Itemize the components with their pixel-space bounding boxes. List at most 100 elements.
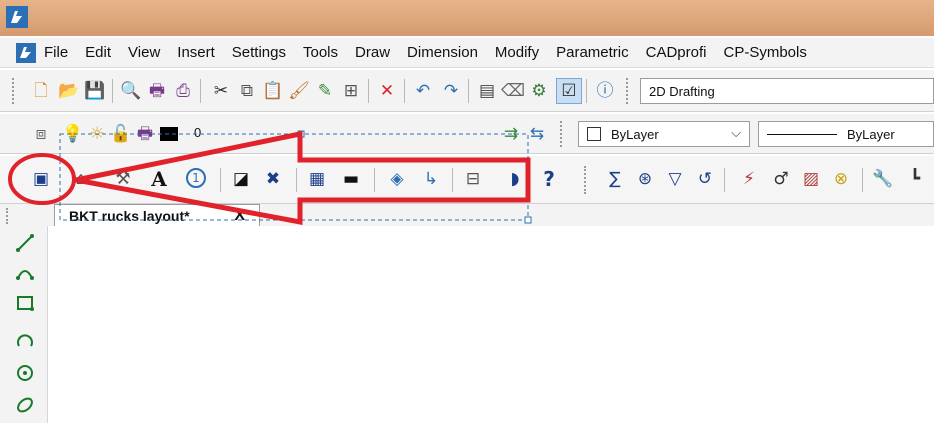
menu-insert[interactable]: Insert	[177, 44, 215, 61]
table-icon[interactable]: ▦	[306, 168, 328, 190]
menu-file[interactable]: File	[44, 44, 68, 61]
number-icon[interactable]: 1	[186, 168, 206, 188]
menu-tools[interactable]: Tools	[303, 44, 338, 61]
sum-icon[interactable]: ∑	[604, 168, 626, 190]
copy-icon[interactable]: ⧉	[236, 80, 258, 102]
redo-icon[interactable]: ↷	[440, 80, 462, 102]
layer-previous-icon[interactable]: ⇆	[526, 123, 548, 145]
save-icon[interactable]: 💾	[84, 80, 106, 102]
menu-modify[interactable]: Modify	[495, 44, 539, 61]
toolbar-separator	[200, 79, 201, 103]
toolbar-icon-17[interactable]: ⊛	[634, 168, 656, 190]
toolbar-icon-13[interactable]: ⊟	[462, 168, 484, 190]
linetype-dropdown[interactable]: ByLayer	[758, 121, 934, 147]
design-center-icon[interactable]: ⚙	[528, 80, 550, 102]
linetype-preview	[767, 133, 837, 135]
workspace-dropdown[interactable]: 2D Drafting	[640, 78, 934, 104]
ellipse-icon[interactable]	[14, 394, 36, 416]
document-tab-title: BKT rucks layout*	[69, 207, 190, 224]
match-properties-icon[interactable]: 🖌	[288, 80, 310, 102]
menu-parametric[interactable]: Parametric	[556, 44, 629, 61]
wipeout-icon[interactable]: ▬	[340, 168, 362, 190]
toolbar-icon-3[interactable]: ⚒	[112, 168, 134, 190]
help-question-icon[interactable]: ?	[538, 168, 560, 190]
properties-icon[interactable]: ▤	[476, 80, 498, 102]
eraser-icon[interactable]: ⌫	[501, 80, 525, 102]
text-style-icon[interactable]: A	[148, 168, 170, 190]
open-file-icon[interactable]: 📂	[58, 80, 80, 102]
color-swatch	[587, 127, 601, 141]
drawing-canvas[interactable]	[50, 226, 934, 423]
toolbar-grip[interactable]	[6, 208, 11, 224]
menu-dimension[interactable]: Dimension	[407, 44, 478, 61]
rectangle-icon[interactable]	[14, 292, 36, 314]
toolbar-icon-26[interactable]: ┗	[904, 168, 926, 190]
lamp-icon[interactable]: ⊗	[830, 168, 852, 190]
color-dropdown[interactable]: ByLayer ⌵	[578, 121, 750, 147]
polyline-icon[interactable]	[14, 262, 36, 284]
standard-toolbar: 🗋 📂 💾 🔍 🖶 ⎙ ✂ ⧉ 📋 🖌 ✎ ⊞ ✕ ↶ ↷ ▤ ⌫ ⚙ ☑ ⓘ …	[0, 70, 934, 112]
tool-palettes-icon[interactable]: ☑	[556, 78, 582, 104]
toolbar-separator	[296, 168, 297, 192]
toolbar-separator	[112, 79, 113, 103]
toolbar-grip[interactable]	[12, 78, 17, 104]
line-icon[interactable]	[14, 232, 36, 254]
toolbar-icon-20[interactable]: ⚡	[738, 168, 760, 190]
menu-view[interactable]: View	[128, 44, 160, 61]
toolbar-icon-19[interactable]: ↺	[694, 168, 716, 190]
toolbar-grip[interactable]	[560, 121, 565, 147]
toolbar-separator	[586, 79, 587, 103]
toolbar-separator	[724, 168, 725, 192]
wrench-icon[interactable]: 🔧	[872, 168, 894, 190]
toolbar-icon-21[interactable]: ♂	[770, 168, 792, 190]
x-icon[interactable]: ✖	[262, 168, 284, 190]
menu-draw[interactable]: Draw	[355, 44, 390, 61]
layer-freeze-icon[interactable]: ☼	[86, 123, 108, 145]
layer-on-icon[interactable]: 💡	[62, 123, 84, 145]
app-menu-icon[interactable]	[16, 42, 36, 63]
print-preview-icon[interactable]: 🔍	[120, 80, 142, 102]
new-file-icon[interactable]: 🗋	[30, 80, 52, 102]
menu-cadprofi[interactable]: CADprofi	[646, 44, 707, 61]
document-tab[interactable]: BKT rucks layout* X	[54, 204, 260, 226]
layer-plot-icon[interactable]: 🖶	[134, 123, 156, 145]
toolbar-grip[interactable]	[584, 166, 589, 194]
make-layer-current-icon[interactable]: ⇉	[500, 123, 522, 145]
color-value: ByLayer	[611, 126, 659, 142]
toolbar-icon-2[interactable]: ⌂	[70, 168, 92, 190]
menu-settings[interactable]: Settings	[232, 44, 286, 61]
undo-icon[interactable]: ↶	[412, 80, 434, 102]
layer-manager-icon[interactable]: ⧈	[30, 123, 52, 145]
toolbar-icon-14[interactable]: ◗	[504, 168, 526, 190]
paste-special-icon[interactable]: ▣	[30, 168, 52, 190]
toolbar-icon-18[interactable]: ▽	[664, 168, 686, 190]
toolbar-grip[interactable]	[626, 78, 631, 104]
pick-icon[interactable]: ✎	[314, 80, 336, 102]
layer-color-swatch	[160, 127, 178, 141]
menu-cp-symbols[interactable]: CP-Symbols	[724, 44, 807, 61]
toolbar-icon-22[interactable]: ▨	[800, 168, 822, 190]
chevron-down-icon: ⌵	[731, 125, 741, 140]
select-icon[interactable]: ⊞	[340, 80, 362, 102]
leader-icon[interactable]: ↳	[420, 168, 442, 190]
print-icon[interactable]: 🖶	[146, 80, 168, 102]
toolbar-separator	[404, 79, 405, 103]
window-icon[interactable]: ◪	[230, 168, 252, 190]
draw-toolbar	[0, 226, 48, 423]
toolbar-separator	[468, 79, 469, 103]
arc-icon[interactable]	[14, 330, 36, 352]
app-logo-icon[interactable]	[6, 6, 28, 28]
paste-icon[interactable]: 📋	[262, 80, 284, 102]
publish-icon[interactable]: ⎙	[172, 80, 194, 102]
draw-order-toolbar: ▣ ⌂ ⚒ A 1 ◪ ✖ ▦ ▬ ◈ ↳ ⊟ ◗ ? ∑ ⊛ ▽ ↺ ⚡ ♂ …	[0, 156, 934, 204]
circle-icon[interactable]	[14, 362, 36, 384]
help-icon[interactable]: ⓘ	[594, 80, 616, 102]
cut-icon[interactable]: ✂	[210, 80, 232, 102]
delete-icon[interactable]: ✕	[376, 80, 398, 102]
toolbar-separator	[374, 168, 375, 192]
menu-edit[interactable]: Edit	[85, 44, 111, 61]
close-icon[interactable]: X	[234, 207, 245, 225]
menu-bar: File Edit View Insert Settings Tools Dra…	[0, 38, 934, 68]
layer-lock-icon[interactable]: 🔓	[110, 123, 132, 145]
diamond-icon[interactable]: ◈	[386, 168, 408, 190]
